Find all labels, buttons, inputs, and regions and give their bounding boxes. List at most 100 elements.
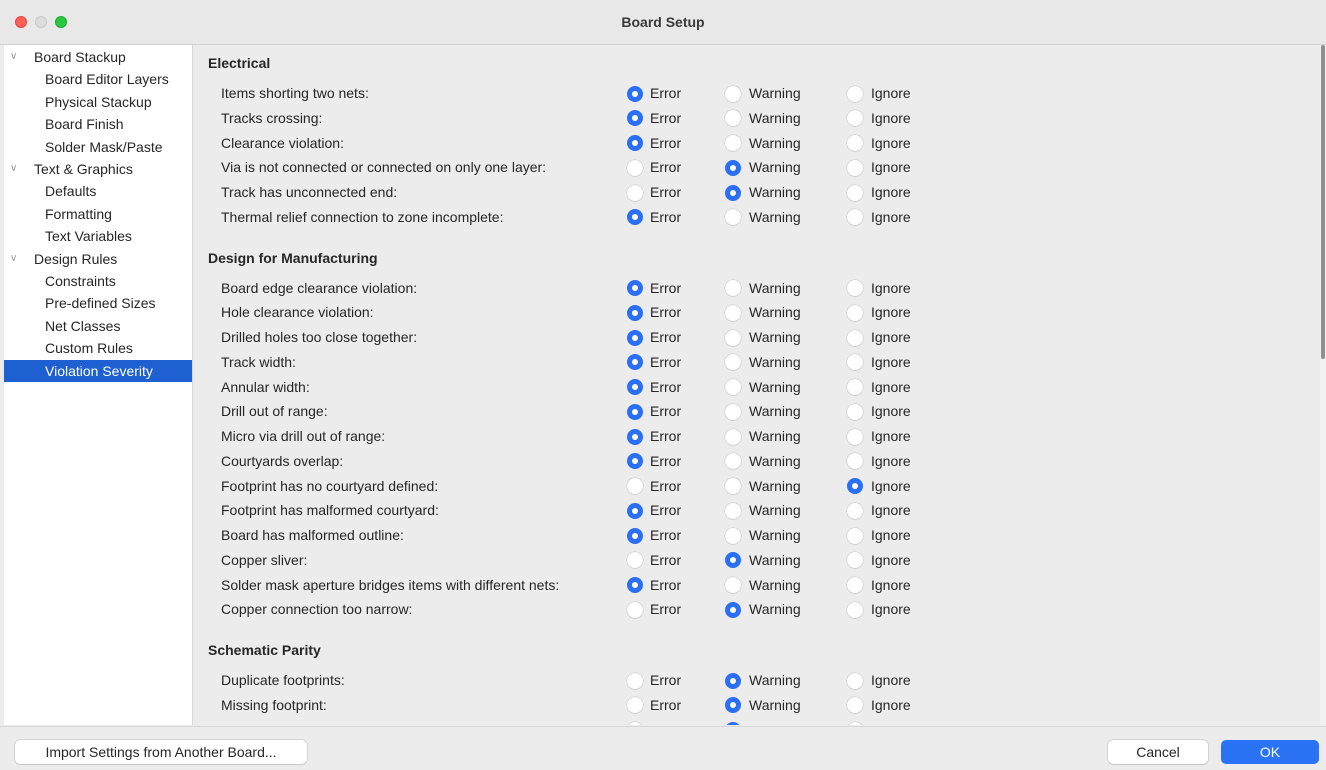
severity-warning-label[interactable]: Warning [749, 697, 801, 713]
severity-ignore-radio[interactable] [847, 354, 863, 371]
severity-error-label[interactable]: Error [650, 209, 681, 225]
sidebar-item-constraints[interactable]: Constraints [4, 270, 192, 292]
severity-error-label[interactable]: Error [650, 184, 681, 200]
chevron-down-icon[interactable]: ∨ [10, 46, 20, 68]
severity-warning-radio[interactable] [725, 601, 741, 618]
severity-error-radio[interactable] [627, 280, 643, 296]
severity-ignore-label[interactable]: Ignore [871, 478, 911, 494]
severity-ignore-label[interactable]: Ignore [871, 135, 911, 151]
severity-error-radio[interactable] [627, 379, 643, 395]
severity-error-radio[interactable] [627, 329, 643, 346]
severity-warning-radio[interactable] [725, 672, 741, 689]
severity-ignore-radio[interactable] [847, 552, 863, 569]
severity-error-radio[interactable] [627, 502, 643, 519]
severity-error-label[interactable]: Error [650, 403, 681, 419]
severity-error-radio[interactable] [627, 552, 643, 569]
ok-button[interactable]: OK [1221, 740, 1319, 764]
severity-error-radio[interactable] [627, 159, 643, 176]
severity-ignore-radio[interactable] [847, 110, 863, 127]
severity-error-label[interactable]: Error [650, 329, 681, 345]
severity-warning-label[interactable]: Warning [749, 379, 801, 395]
severity-ignore-radio[interactable] [847, 329, 863, 346]
severity-error-label[interactable]: Error [650, 527, 681, 543]
severity-warning-radio[interactable] [725, 577, 741, 593]
severity-warning-label[interactable]: Warning [749, 184, 801, 200]
severity-ignore-radio[interactable] [847, 722, 863, 725]
severity-error-radio[interactable] [627, 697, 643, 714]
severity-warning-radio[interactable] [725, 110, 741, 127]
severity-error-label[interactable]: Error [650, 354, 681, 370]
severity-error-radio[interactable] [627, 478, 643, 494]
severity-ignore-radio[interactable] [847, 135, 863, 151]
severity-warning-radio[interactable] [725, 209, 741, 226]
severity-ignore-label[interactable]: Ignore [871, 502, 911, 518]
severity-ignore-label[interactable]: Ignore [871, 379, 911, 395]
sidebar-item-net-classes[interactable]: Net Classes [4, 315, 192, 337]
sidebar-item-design-rules[interactable]: ∨ Design Rules [4, 248, 192, 270]
severity-error-radio[interactable] [627, 304, 643, 321]
severity-ignore-label[interactable]: Ignore [871, 577, 911, 593]
severity-warning-label[interactable]: Warning [749, 159, 801, 175]
severity-error-radio[interactable] [627, 453, 643, 470]
severity-warning-radio[interactable] [725, 159, 741, 176]
severity-warning-label[interactable]: Warning [749, 110, 801, 126]
chevron-down-icon[interactable]: ∨ [10, 248, 20, 270]
severity-ignore-label[interactable]: Ignore [871, 184, 911, 200]
severity-warning-label[interactable]: Warning [749, 329, 801, 345]
severity-warning-label[interactable]: Warning [749, 527, 801, 543]
severity-error-radio[interactable] [627, 527, 643, 544]
severity-error-label[interactable]: Error [650, 379, 681, 395]
severity-warning-label[interactable]: Warning [749, 577, 801, 593]
severity-ignore-label[interactable]: Ignore [871, 403, 911, 419]
severity-warning-label[interactable]: Warning [749, 428, 801, 444]
severity-error-radio[interactable] [627, 428, 643, 445]
severity-warning-radio[interactable] [725, 502, 741, 519]
severity-error-label[interactable]: Error [650, 722, 681, 726]
sidebar-item-text-graphics[interactable]: ∨ Text & Graphics [4, 158, 192, 180]
severity-warning-label[interactable]: Warning [749, 280, 801, 296]
severity-ignore-label[interactable]: Ignore [871, 697, 911, 713]
severity-ignore-label[interactable]: Ignore [871, 209, 911, 225]
severity-error-label[interactable]: Error [650, 159, 681, 175]
severity-ignore-label[interactable]: Ignore [871, 722, 911, 726]
severity-error-label[interactable]: Error [650, 502, 681, 518]
severity-warning-label[interactable]: Warning [749, 354, 801, 370]
severity-error-radio[interactable] [627, 601, 643, 618]
severity-ignore-label[interactable]: Ignore [871, 329, 911, 345]
severity-ignore-label[interactable]: Ignore [871, 453, 911, 469]
severity-ignore-label[interactable]: Ignore [871, 552, 911, 568]
severity-error-radio[interactable] [627, 672, 643, 689]
sidebar-item-solder-mask-paste[interactable]: Solder Mask/Paste [4, 136, 192, 158]
severity-warning-label[interactable]: Warning [749, 478, 801, 494]
severity-error-label[interactable]: Error [650, 478, 681, 494]
sidebar-item-physical-stackup[interactable]: Physical Stackup [4, 91, 192, 113]
severity-error-radio[interactable] [627, 135, 643, 151]
severity-ignore-label[interactable]: Ignore [871, 354, 911, 370]
severity-warning-label[interactable]: Warning [749, 209, 801, 225]
severity-error-label[interactable]: Error [650, 577, 681, 593]
severity-ignore-label[interactable]: Ignore [871, 85, 911, 101]
severity-warning-radio[interactable] [725, 722, 741, 725]
sidebar-item-pre-defined-sizes[interactable]: Pre-defined Sizes [4, 292, 192, 314]
severity-warning-label[interactable]: Warning [749, 502, 801, 518]
severity-error-label[interactable]: Error [650, 601, 681, 617]
severity-warning-radio[interactable] [725, 135, 741, 151]
severity-warning-radio[interactable] [725, 453, 741, 470]
severity-ignore-radio[interactable] [847, 478, 863, 494]
severity-warning-radio[interactable] [725, 552, 741, 569]
severity-error-radio[interactable] [627, 110, 643, 127]
severity-ignore-label[interactable]: Ignore [871, 601, 911, 617]
severity-error-label[interactable]: Error [650, 672, 681, 688]
severity-ignore-radio[interactable] [847, 280, 863, 296]
severity-ignore-radio[interactable] [847, 428, 863, 445]
severity-ignore-label[interactable]: Ignore [871, 110, 911, 126]
sidebar-item-defaults[interactable]: Defaults [4, 180, 192, 202]
severity-warning-label[interactable]: Warning [749, 85, 801, 101]
severity-error-label[interactable]: Error [650, 135, 681, 151]
sidebar-item-board-editor-layers[interactable]: Board Editor Layers [4, 68, 192, 90]
severity-warning-label[interactable]: Warning [749, 304, 801, 320]
severity-warning-label[interactable]: Warning [749, 552, 801, 568]
sidebar-item-formatting[interactable]: Formatting [4, 203, 192, 225]
severity-error-radio[interactable] [627, 85, 643, 102]
sidebar-item-board-finish[interactable]: Board Finish [4, 113, 192, 135]
